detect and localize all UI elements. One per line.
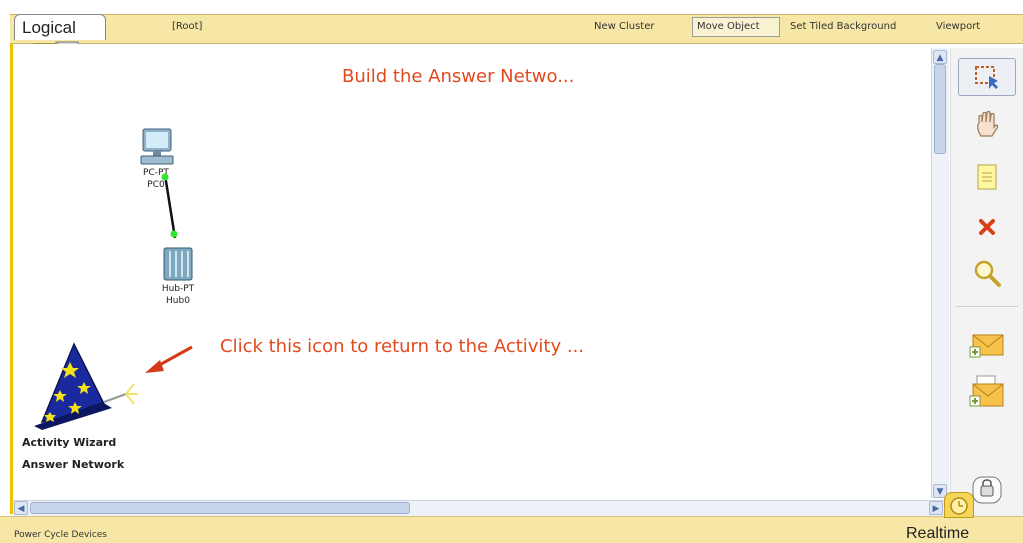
set-tiled-background-button[interactable]: Set Tiled Background — [790, 21, 896, 32]
horizontal-scroll-thumb[interactable] — [30, 502, 410, 514]
pointer-arrow-icon — [145, 345, 193, 373]
logical-mode-tab[interactable]: Logical — [14, 14, 106, 40]
logical-workspace-canvas[interactable] — [13, 44, 931, 498]
scroll-right-arrow-icon[interactable]: ▶ — [929, 501, 943, 515]
note-icon[interactable] — [958, 158, 1016, 196]
root-breadcrumb[interactable]: [Root] — [172, 21, 202, 32]
viewport-button[interactable]: Viewport — [936, 21, 980, 32]
scroll-left-arrow-icon[interactable]: ◀ — [14, 501, 28, 515]
complex-pdu-icon[interactable] — [958, 374, 1016, 412]
clock-icon — [950, 497, 968, 515]
simple-pdu-icon[interactable] — [958, 326, 1016, 364]
hub-icon[interactable] — [160, 246, 196, 282]
hand-icon[interactable] — [958, 106, 1016, 144]
power-cycle-devices-button[interactable]: Power Cycle Devices — [14, 530, 107, 540]
instruction-note[interactable]: Click this icon to return to the Activit… — [220, 336, 584, 357]
pc-icon[interactable] — [137, 127, 177, 167]
scroll-up-arrow-icon[interactable]: ▲ — [933, 50, 947, 64]
hub-type-label: Hub-PT — [161, 284, 195, 294]
move-object-button[interactable]: Move Object — [697, 21, 760, 32]
pc-link-light-icon — [161, 173, 169, 181]
title-note[interactable]: Build the Answer Netwo... — [342, 66, 574, 87]
realtime-mode-label: Realtime — [906, 525, 970, 542]
select-icon[interactable] — [958, 58, 1016, 96]
hub-name-label: Hub0 — [166, 296, 190, 306]
palette-divider — [956, 306, 1018, 307]
wizard-hat-icon[interactable] — [20, 338, 140, 430]
wizard-label-line2: Answer Network — [22, 458, 125, 471]
lock-icon[interactable] — [970, 474, 1004, 504]
vertical-scroll-thumb[interactable] — [934, 64, 946, 154]
bottom-status-bar — [0, 516, 1023, 543]
wizard-label-line1: Activity Wizard — [22, 436, 117, 449]
ethernet-link[interactable] — [150, 168, 190, 252]
zoom-icon[interactable] — [958, 254, 1016, 292]
new-cluster-button[interactable]: New Cluster — [594, 21, 654, 32]
delete-icon[interactable] — [958, 208, 1016, 246]
realtime-mode-tab[interactable] — [944, 492, 974, 518]
hub-link-light-icon — [170, 230, 178, 238]
